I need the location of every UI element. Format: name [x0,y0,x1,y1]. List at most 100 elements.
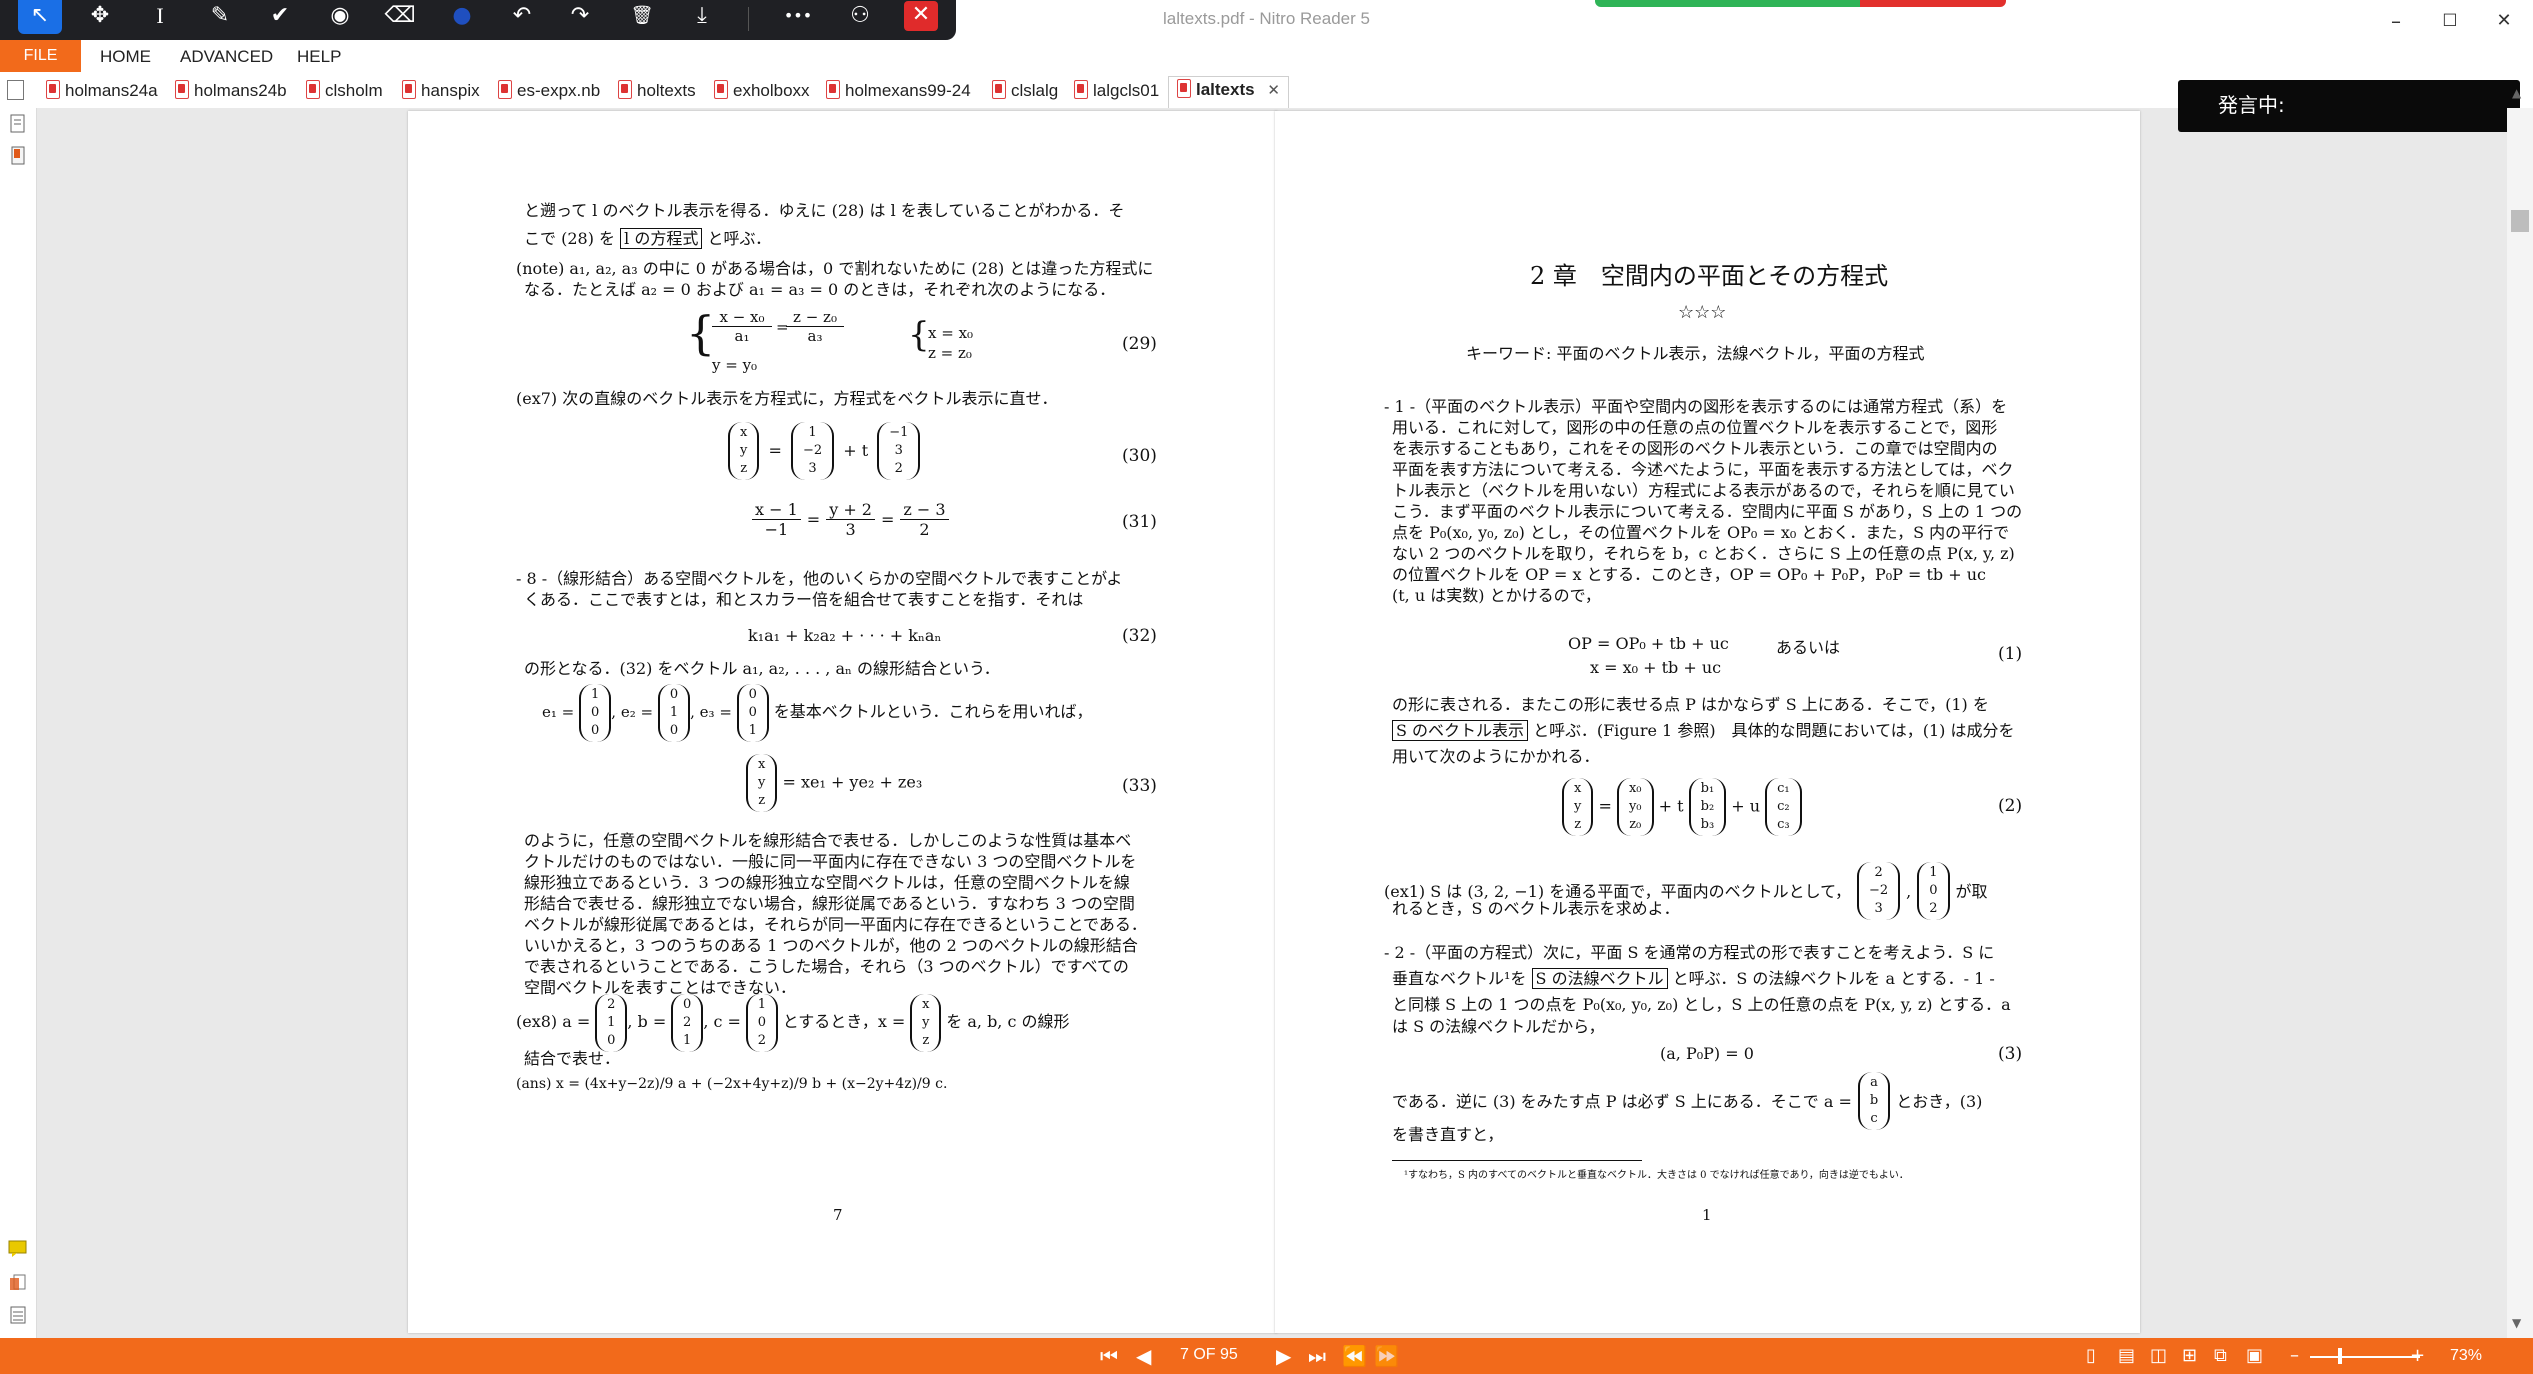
back-view-icon[interactable]: ⏪ [1342,1343,1367,1369]
equation-line: x = x₀ + tb + uc [1590,658,1722,677]
menu-advanced[interactable]: ADVANCED [180,47,273,67]
column-vector: 100 [579,684,612,742]
column-vector: 102 [1917,862,1950,920]
footnote-rule [1392,1160,1642,1161]
text-line: れるとき，S のベクトル表示を求めよ． [1392,899,1680,918]
equation-line: x = x₀ [928,324,974,342]
user-settings-icon[interactable]: ⚇ [838,0,882,34]
column-vector: 021 [671,994,704,1052]
column-vector: 1 −2 3 [790,422,835,480]
zoom-out-button[interactable]: – [2290,1343,2299,1369]
column-vector: c₁ c₂ c₃ [1765,778,1802,836]
text-cursor-icon[interactable]: I [138,0,182,34]
more-icon[interactable]: ••• [776,0,820,34]
pdf-icon [46,80,60,99]
minimize-button[interactable]: – [2376,6,2416,36]
equation-line: OP = OP₀ + tb + uc [1568,634,1729,653]
pdf-icon [1177,79,1191,98]
window-close-button[interactable]: ✕ [2484,6,2524,36]
tab-holmans24a[interactable]: holmans24a [46,78,158,106]
tab-holmexans99-24[interactable]: holmexans99-24 [826,78,971,106]
tab-es-expx[interactable]: es-expx.nb [498,78,600,106]
keywords: キーワード: 平面のベクトル表示，法線ベクトル，平面の方程式 [1466,344,1925,363]
document-icon [7,80,24,100]
pen-icon[interactable]: ✎ [198,0,242,34]
paragraph: のように，任意の空間ベクトルを線形結合で表せる．しかしこのような性質は基本ベ クト… [524,831,1147,997]
answer-line: (ans) x = (4x+y−2z)/9 a + (−2x+4y+z)/9 b… [516,1076,948,1092]
scrollbar-thumb[interactable] [2511,210,2529,232]
reading-mode-icon[interactable]: ▣ [2246,1343,2263,1369]
tab-lalgcls01[interactable]: lalgcls01 [1074,78,1159,106]
tab-clsholm[interactable]: clsholm [306,78,383,106]
file-menu[interactable]: FILE [0,40,81,72]
continuous-page-icon[interactable]: ▤ [2118,1343,2135,1369]
note-line: なる．たとえば a₂ = 0 および a₁ = a₃ = 0 のときは，それぞれ… [524,280,1116,299]
tab-holtexts[interactable]: holtexts [618,78,696,106]
left-panel-rail [0,108,37,1338]
zoom-in-button[interactable]: + [2410,1343,2425,1369]
single-page-icon[interactable]: ▯ [2086,1343,2096,1369]
download-icon[interactable]: ⤓ [680,0,724,34]
eraser-icon[interactable]: ⌫ [378,0,422,34]
check-icon[interactable]: ✔ [258,0,302,34]
pages-panel-icon[interactable] [8,114,28,136]
full-screen-icon[interactable]: ⧉ [2214,1343,2227,1369]
column-vector: xyz [746,754,778,812]
tab-hanspix[interactable]: hanspix [402,78,480,106]
vertical-scrollbar[interactable] [2507,108,2533,1338]
tab-clslalg[interactable]: clslalg [992,78,1058,106]
boxed-term: S の法線ベクトル [1531,968,1668,989]
comments-panel-icon[interactable] [8,1240,28,1262]
redo-icon[interactable]: ↷ [558,0,602,34]
boxed-term: S のベクトル表示 [1392,720,1529,741]
menu-home[interactable]: HOME [100,47,151,67]
two-page-icon[interactable]: ◫ [2150,1343,2167,1369]
text-line: こで (28) を l の方程式 と呼ぶ． [524,228,772,249]
zoom-slider-track[interactable] [2310,1356,2420,1358]
stamp-icon[interactable]: ◉ [318,0,362,34]
undo-icon[interactable]: ↶ [500,0,544,34]
equation-line: k₁a₁ + k₂a₂ + · · · + kₙaₙ [748,626,942,645]
first-page-icon[interactable]: ⏮ [1100,1343,1118,1369]
zoom-level[interactable]: 73% [2450,1347,2482,1365]
two-page-continuous-icon[interactable]: ⊞ [2182,1343,2197,1369]
tab-exholboxx[interactable]: exholboxx [714,78,810,106]
next-page-icon[interactable]: ▶ [1276,1343,1291,1369]
attachments-panel-icon[interactable] [8,1272,28,1294]
left-brace: { [686,306,716,360]
menu-bar [0,40,2533,72]
scroll-up-icon[interactable]: ▲ [2512,86,2521,100]
color-dot-icon[interactable]: ● [440,0,484,34]
text-line: の形に表される．またこの形に表せる点 P はかならず S 上にある．そこで，(1… [1392,695,1989,714]
zoom-slider-thumb[interactable] [2338,1348,2342,1364]
equation-line: z = z₀ [928,344,972,362]
section-2: - 2 -（平面の方程式）次に，平面 S を通常の方程式の形で表すことを考えよう… [1384,943,1995,962]
progress-indicator-red [1860,0,2006,7]
bookmark-panel-icon[interactable] [8,146,28,168]
tab-close-icon[interactable]: ✕ [1267,82,1280,99]
layers-panel-icon[interactable] [8,1305,28,1327]
close-icon[interactable]: ✕ [904,1,938,31]
tab-holmans24b[interactable]: holmans24b [175,78,287,106]
tab-laltexts[interactable]: laltexts ✕ [1168,76,1289,109]
pdf-icon [1074,80,1088,99]
equation-number: (30) [1122,446,1157,466]
last-page-icon[interactable]: ⏭ [1308,1343,1326,1369]
previous-page-icon[interactable]: ◀ [1136,1343,1151,1369]
column-vector: abc [1857,1072,1891,1130]
page-indicator[interactable]: 7 OF 95 [1180,1346,1238,1364]
scroll-down-icon[interactable]: ▼ [2512,1316,2521,1330]
boxed-term: l の方程式 [620,228,703,249]
text-line: くある．ここで表すとは，和とスカラー倍を組合せて表すことを指す．それは [524,590,1084,609]
menu-help[interactable]: HELP [297,47,341,67]
equation-number: (29) [1122,334,1157,354]
exercise-8: (ex8) a = 210, b = 021, c = 102 とするとき，x … [516,994,1070,1052]
maximize-button[interactable]: ☐ [2430,6,2470,36]
pdf-icon [402,80,416,99]
forward-view-icon[interactable]: ⏩ [1374,1343,1399,1369]
move-icon[interactable]: ✥ [78,0,122,34]
column-vector: 210 [595,994,628,1052]
trash-icon[interactable]: 🗑 [620,0,664,34]
text-line: 用いて次のようにかかれる． [1392,747,1600,766]
pointer-icon[interactable]: ↖ [18,0,62,34]
